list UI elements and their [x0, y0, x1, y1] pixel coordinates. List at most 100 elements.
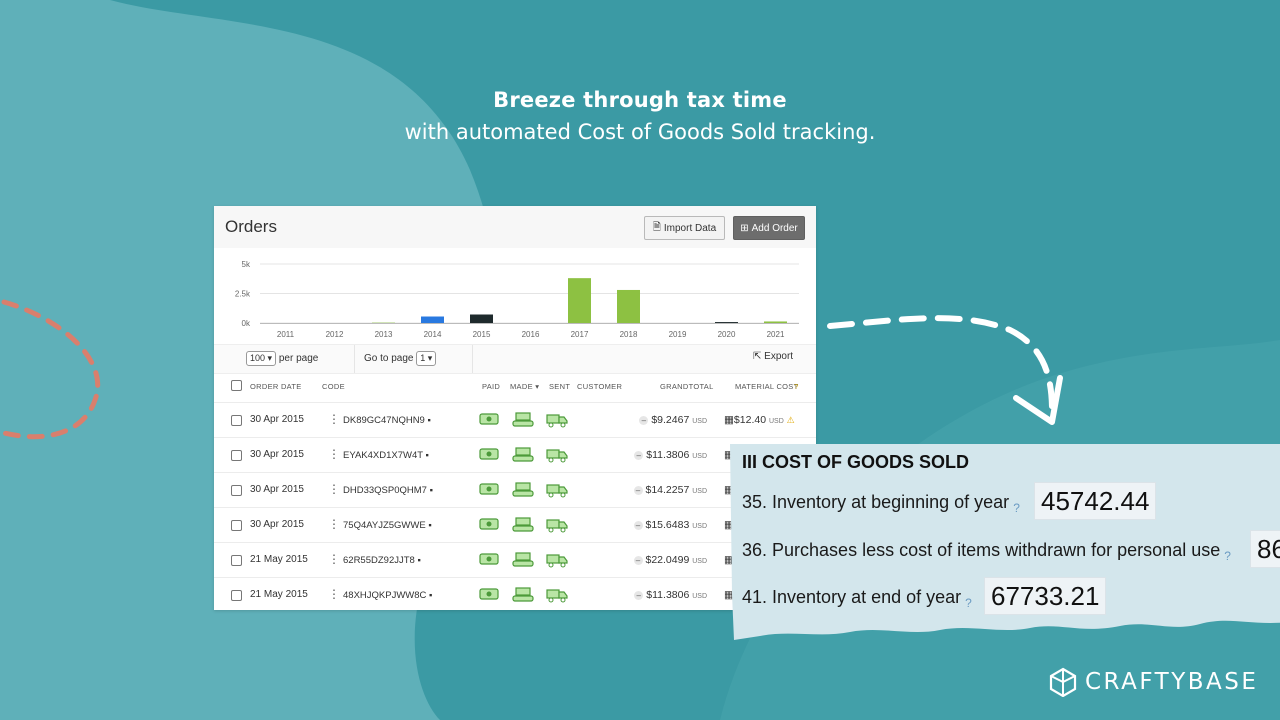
row-checkbox[interactable]	[231, 590, 242, 601]
row-menu-icon[interactable]: ⋮	[328, 552, 340, 566]
material-cost-help-icon[interactable]: ?	[794, 382, 798, 391]
row-checkbox[interactable]	[231, 555, 242, 566]
table-row[interactable]: 30 Apr 2015 ⋮ 75Q4AYJZ5GWWE ▪ – $15.6483 USD…	[214, 507, 816, 543]
col-material-cost[interactable]: MATERIAL COST	[735, 382, 799, 391]
sent-truck-icon[interactable]	[546, 482, 568, 501]
col-paid[interactable]: PAID	[482, 382, 500, 391]
grand-total-value: $11.3806	[646, 449, 690, 461]
col-sent[interactable]: SENT	[549, 382, 570, 391]
paid-icon[interactable]	[479, 482, 499, 499]
chart-bar-2014[interactable]	[421, 316, 444, 323]
orders-header: Orders 🗎 Import Data ⊞ Add Order	[214, 206, 816, 248]
row-menu-icon[interactable]: ⋮	[328, 412, 340, 426]
warning-icon: ⚠	[786, 415, 795, 425]
sent-truck-icon[interactable]	[546, 447, 568, 466]
x-tick-label: 2015	[473, 330, 491, 339]
per-page-select[interactable]: 100 ▾	[246, 351, 277, 366]
row-menu-icon[interactable]: ⋮	[328, 482, 340, 496]
sent-truck-icon[interactable]	[546, 587, 568, 606]
row-checkbox[interactable]	[231, 415, 242, 426]
paid-icon[interactable]	[479, 412, 499, 429]
craftybase-cube-icon	[1049, 667, 1077, 697]
made-icon[interactable]	[512, 552, 534, 571]
paid-icon[interactable]	[479, 517, 499, 534]
col-made[interactable]: MADE ▾	[510, 382, 539, 391]
currency: USD	[692, 418, 707, 425]
select-all-checkbox[interactable]	[231, 380, 242, 391]
made-icon[interactable]	[512, 412, 534, 431]
order-date: 30 Apr 2015	[250, 414, 304, 425]
minus-icon: –	[633, 556, 643, 565]
purchases-field[interactable]: 86	[1250, 530, 1280, 568]
col-customer[interactable]: CUSTOMER	[577, 382, 622, 391]
col-code[interactable]: CODE	[322, 382, 345, 391]
per-page-label: per page	[278, 353, 319, 364]
sent-truck-icon[interactable]	[546, 552, 568, 571]
table-row[interactable]: 30 Apr 2015 ⋮ DHD33QSP0QHM7 ▪ – $14.2257 USD…	[214, 472, 816, 508]
go-to-page-value: 1	[420, 353, 426, 363]
grand-total: – $22.0499 USD	[633, 554, 707, 566]
line-35-label: 35. Inventory at beginning of year	[742, 492, 1010, 512]
row-checkbox[interactable]	[231, 450, 242, 461]
orders-chart: 0k 2.5k 5k 2011 2012 2013 2014 2015 2016 2017 2018…	[235, 260, 799, 339]
table-header: ORDER DATE CODE PAID MADE ▾ SENT CUSTOME…	[214, 374, 816, 402]
order-date: 30 Apr 2015	[250, 519, 304, 530]
x-tick-label: 2017	[571, 330, 589, 339]
made-icon[interactable]	[512, 587, 534, 606]
order-code[interactable]: 62R55DZ92JJT8 ▪	[343, 555, 421, 566]
go-to-page-label: Go to page	[364, 353, 414, 364]
order-code[interactable]: DHD33QSP0QHM7 ▪	[343, 485, 433, 496]
row-checkbox[interactable]	[231, 520, 242, 531]
row-menu-icon[interactable]: ⋮	[328, 517, 340, 531]
export-button[interactable]: ⇱ Export	[753, 351, 793, 362]
sent-truck-icon[interactable]	[546, 412, 568, 431]
chart-bar-2021[interactable]	[764, 321, 787, 323]
material-currency: USD	[768, 418, 784, 425]
row-checkbox[interactable]	[231, 485, 242, 496]
sent-truck-icon[interactable]	[546, 517, 568, 536]
chart-bar-2017[interactable]	[568, 278, 591, 323]
paid-icon[interactable]	[479, 587, 499, 604]
made-icon[interactable]	[512, 447, 534, 466]
chart-bar-2018[interactable]	[617, 289, 640, 323]
material-cost-value: $12.40	[733, 414, 767, 426]
row-menu-icon[interactable]: ⋮	[328, 587, 340, 601]
table-row[interactable]: 21 May 2015 ⋮ 62R55DZ92JJT8 ▪ – $22.0499 USD…	[214, 542, 816, 578]
row-menu-icon[interactable]: ⋮	[328, 447, 340, 461]
col-order-date[interactable]: ORDER DATE	[250, 382, 302, 391]
calculator-icon: ▦	[724, 414, 734, 426]
import-data-button[interactable]: 🗎 Import Data	[644, 216, 725, 240]
grand-total-value: $15.6483	[645, 519, 690, 531]
order-code[interactable]: DK89GC47NQHN9 ▪	[343, 415, 431, 426]
col-grandtotal[interactable]: GRANDTOTAL	[660, 382, 714, 391]
currency: USD	[692, 488, 707, 495]
minus-icon: –	[634, 591, 644, 600]
paid-icon[interactable]	[479, 552, 499, 569]
per-page-value: 100	[250, 353, 266, 363]
paid-icon[interactable]	[479, 447, 499, 464]
orders-panel: Orders 🗎 Import Data ⊞ Add Order 0k 2.5k 5…	[214, 206, 816, 610]
order-code[interactable]: 48XHJQKPJWW8C ▪	[343, 590, 432, 601]
made-icon[interactable]	[512, 517, 534, 536]
per-page-control: 100 ▾ per page	[246, 351, 318, 366]
chart-bar-2015[interactable]	[470, 314, 493, 323]
made-icon[interactable]	[512, 482, 534, 501]
help-icon[interactable]: ?	[1013, 501, 1020, 515]
order-code[interactable]: 75Q4AYJZ5GWWE ▪	[343, 520, 432, 531]
order-code[interactable]: EYAK4XD1X7W4T ▪	[343, 450, 429, 461]
currency: USD	[692, 453, 707, 460]
table-row[interactable]: 21 May 2015 ⋮ 48XHJQKPJWW8C ▪ – $11.3806 USD…	[214, 577, 816, 610]
help-icon[interactable]: ?	[965, 596, 972, 610]
help-icon[interactable]: ?	[1224, 549, 1231, 563]
headline: Breeze through tax time with automated C…	[0, 88, 1280, 144]
table-row[interactable]: 30 Apr 2015 ⋮ DK89GC47NQHN9 ▪ – $9.2467 USD ▦…	[214, 402, 816, 438]
go-to-page-select[interactable]: 1 ▾	[416, 351, 437, 366]
grand-total: – $14.2257 USD	[633, 484, 707, 496]
add-order-button[interactable]: ⊞ Add Order	[733, 216, 805, 240]
table-row[interactable]: 30 Apr 2015 ⋮ EYAK4XD1X7W4T ▪ – $11.3806 USD…	[214, 437, 816, 473]
x-tick-label: 2020	[718, 330, 736, 339]
inventory-begin-field[interactable]: 45742.44	[1034, 482, 1157, 520]
x-tick-label: 2013	[375, 330, 393, 339]
minus-icon: –	[633, 521, 643, 530]
inventory-end-field[interactable]: 67733.21	[984, 577, 1107, 615]
